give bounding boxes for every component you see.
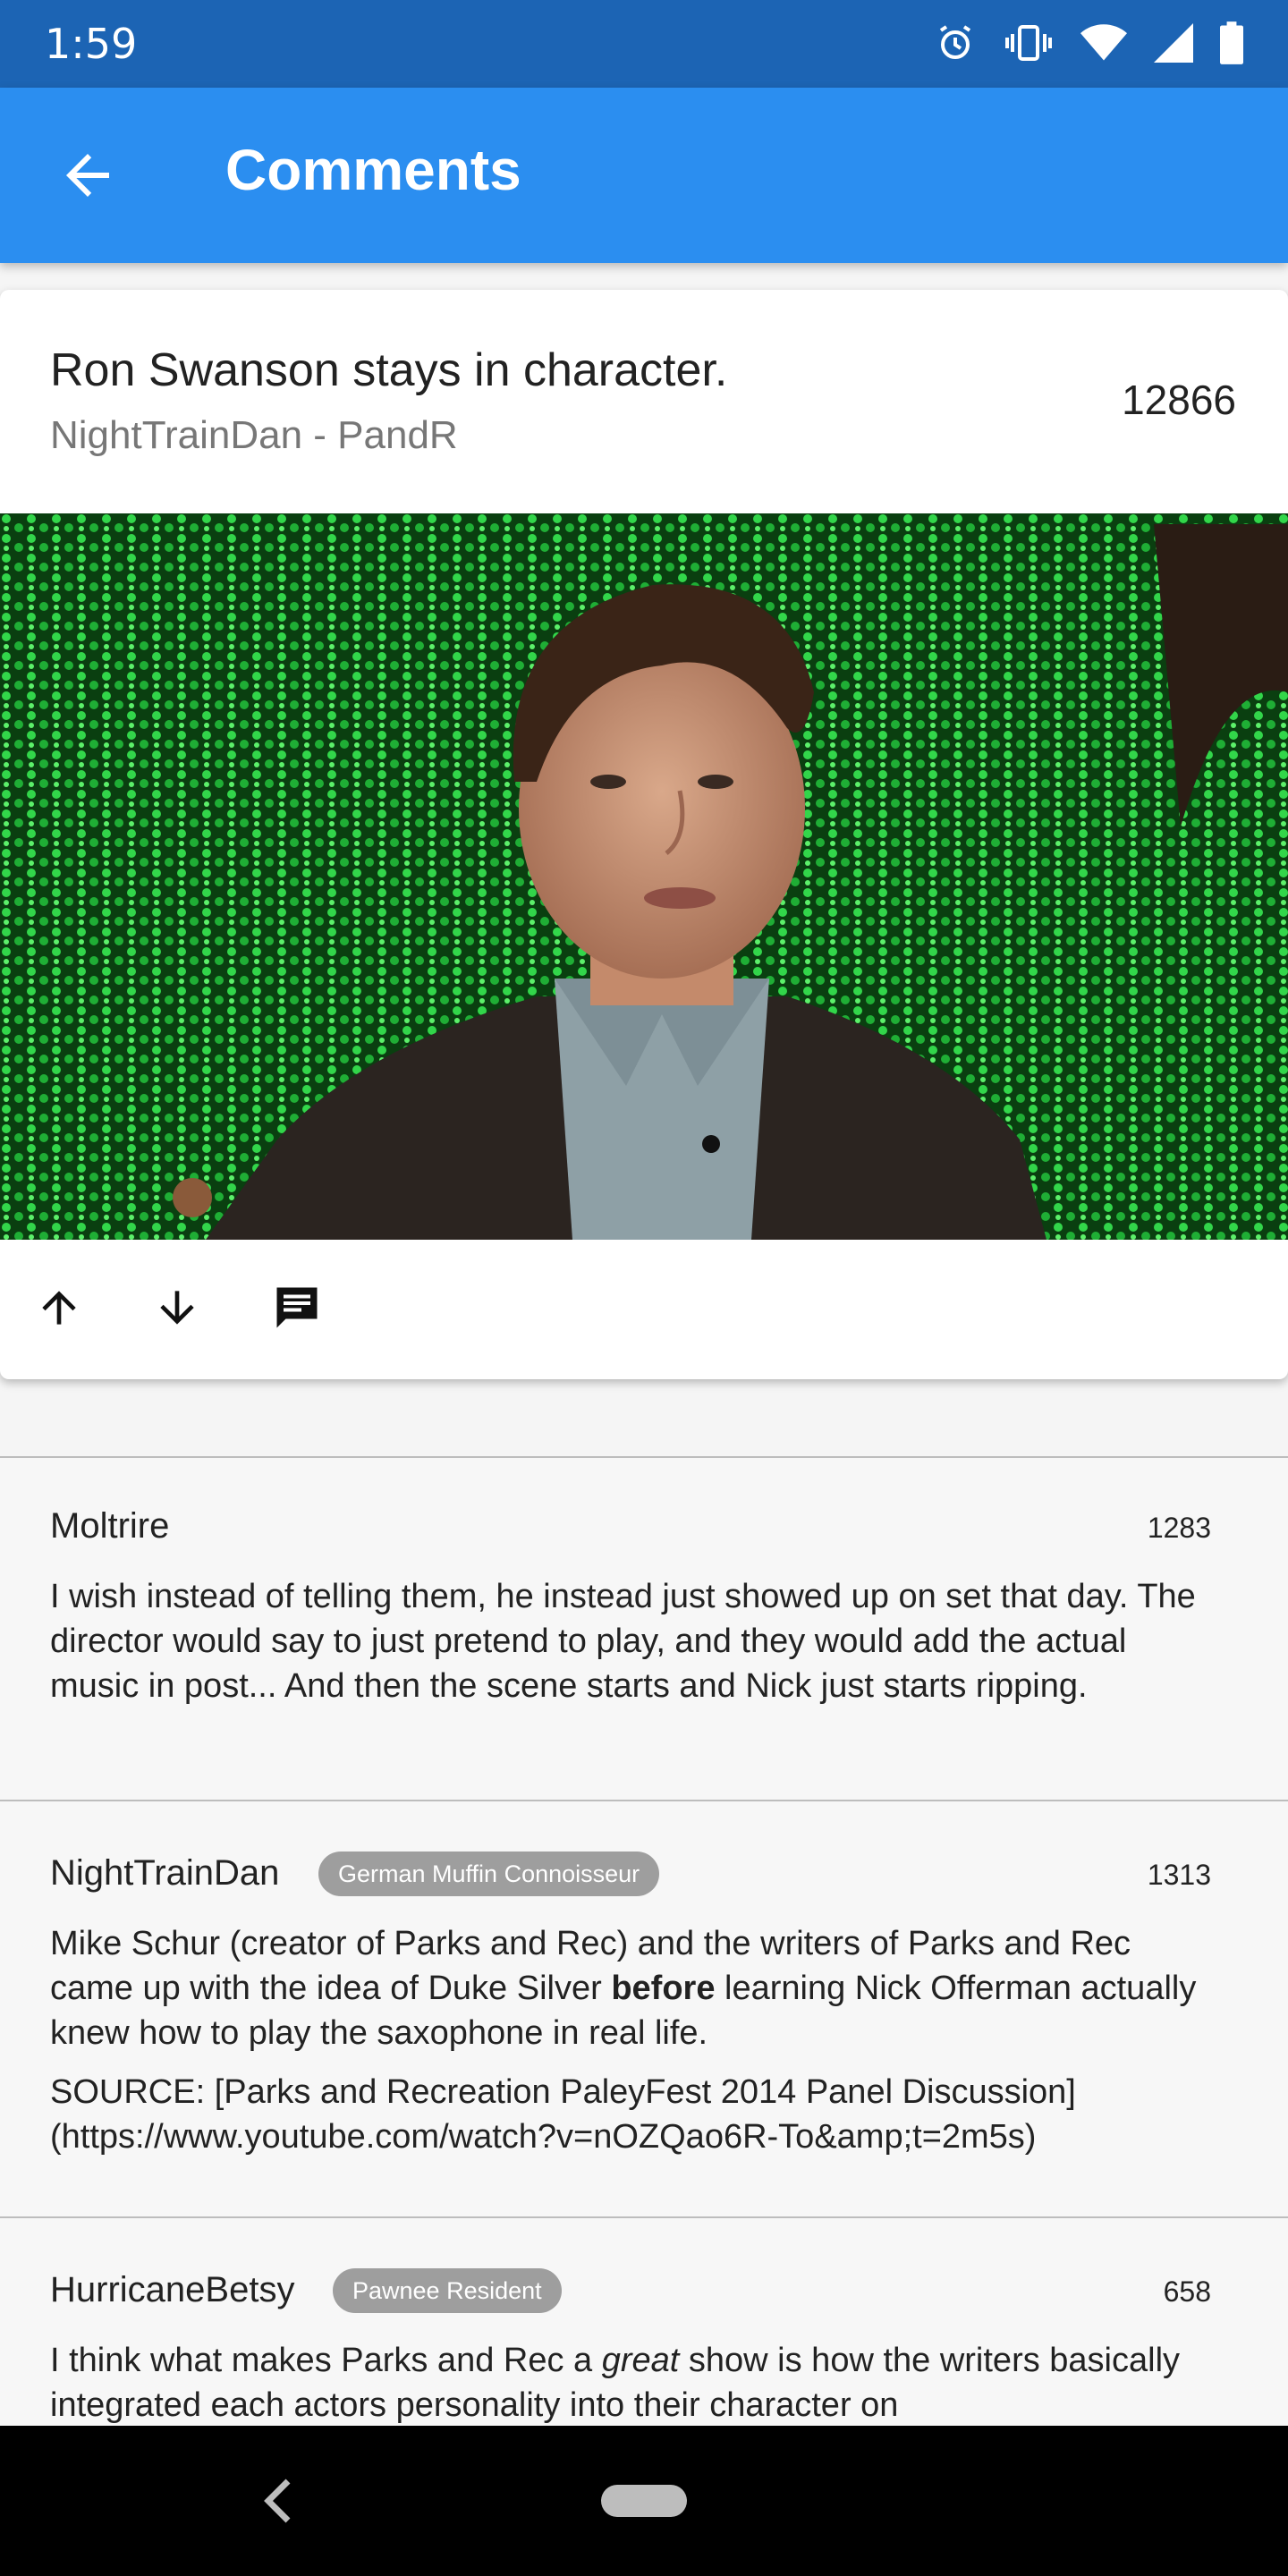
- comment-score: 1313: [1147, 1859, 1211, 1891]
- upvote-icon: [42, 1291, 76, 1325]
- nav-home-pill[interactable]: [601, 2485, 687, 2517]
- comment-item[interactable]: Moltrire 1283 I wish instead of telling …: [0, 1458, 1288, 1800]
- upvote-button[interactable]: [23, 1272, 95, 1343]
- comment-body: Mike Schur (creator of Parks and Rec) an…: [50, 1921, 1222, 2055]
- navigation-bar: [0, 2426, 1288, 2576]
- comment-body: I wish instead of telling them, he inste…: [50, 1578, 1196, 1705]
- comment-body: I think what makes Parks and Rec a great…: [50, 2338, 1222, 2428]
- post-image[interactable]: [0, 513, 1288, 1240]
- comment-button[interactable]: [261, 1272, 333, 1343]
- user-flair-badge: German Muffin Connoisseur: [318, 1852, 660, 1896]
- comment-author[interactable]: Moltrire: [50, 1506, 169, 1546]
- user-flair-badge: Pawnee Resident: [333, 2268, 562, 2313]
- downvote-button[interactable]: [141, 1272, 213, 1343]
- comment-source-text[interactable]: SOURCE: [Parks and Recreation PaleyFest …: [50, 2070, 1222, 2159]
- alarm-icon: [939, 25, 971, 59]
- comment-score: 658: [1163, 2275, 1211, 2308]
- back-button[interactable]: [55, 143, 120, 208]
- signal-icon: [1154, 23, 1193, 63]
- page-title: Comments: [225, 138, 521, 202]
- post-score: 12866: [1122, 377, 1236, 423]
- comment-item[interactable]: HurricaneBetsy Pawnee Resident 658 I thi…: [0, 2218, 1288, 2426]
- comment-icon: [276, 1287, 318, 1328]
- post-actions: [0, 1240, 1288, 1379]
- status-icons: [934, 18, 1243, 68]
- comment-bold-text: before: [611, 1970, 716, 2007]
- comment-text: I think what makes Parks and Rec a: [50, 2342, 602, 2379]
- post-title: Ron Swanson stays in character.: [50, 344, 728, 396]
- comment-italic-text: great: [601, 2342, 680, 2379]
- comment-author[interactable]: HurricaneBetsy: [50, 2270, 294, 2310]
- comment-author[interactable]: NightTrainDan: [50, 1853, 279, 1894]
- vibrate-icon: [1005, 25, 1052, 61]
- post-author-subreddit: NightTrainDan - PandR: [50, 413, 458, 457]
- app-bar: Comments: [0, 88, 1288, 263]
- arrow-back-icon: [66, 154, 109, 197]
- downvote-icon: [160, 1291, 194, 1325]
- status-bar: 1:59: [0, 0, 1288, 88]
- comment-item[interactable]: NightTrainDan German Muffin Connoisseur …: [0, 1801, 1288, 2216]
- battery-icon: [1220, 21, 1243, 64]
- post-card[interactable]: Ron Swanson stays in character. NightTra…: [0, 290, 1288, 1379]
- comment-score: 1283: [1147, 1512, 1211, 1544]
- nav-back-icon[interactable]: [259, 2476, 299, 2526]
- wifi-icon: [1080, 24, 1127, 61]
- status-time: 1:59: [45, 20, 138, 68]
